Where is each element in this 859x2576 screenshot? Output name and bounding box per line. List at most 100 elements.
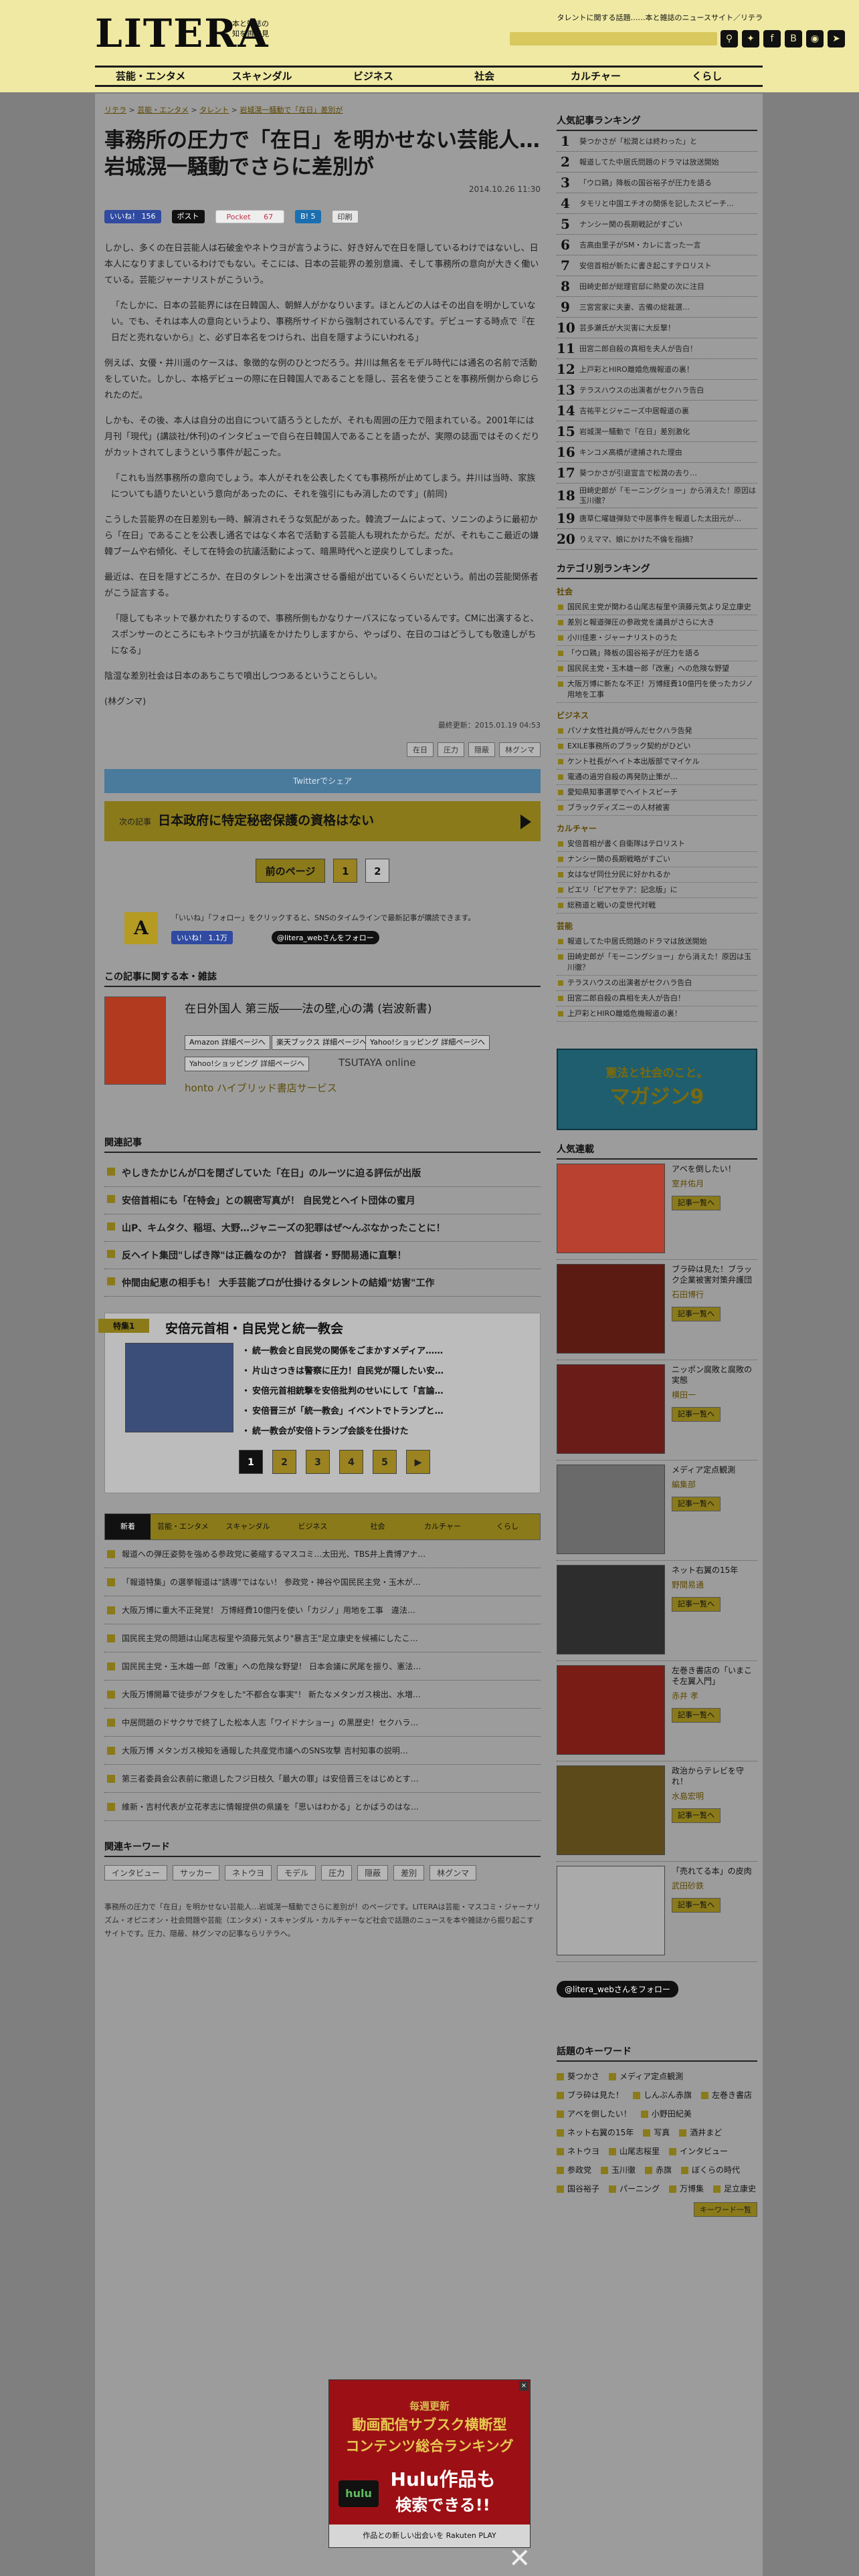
series-more-button[interactable]: 記事一覧へ [672,1407,721,1422]
close-icon[interactable]: ✕ [508,2543,531,2574]
category-item[interactable]: 「ウロ鶏」降板の国谷裕子が圧力を語る [557,646,757,661]
feature-image[interactable] [125,1343,233,1432]
x-follow-button[interactable]: @litera_webさんをフォロー [557,1981,678,1998]
popular-item[interactable]: 政治からテレビを守れ！ 水島宏明 記事一覧へ [557,1761,757,1862]
series-thumbnail[interactable] [557,1364,665,1454]
book-cover[interactable] [104,996,166,1085]
ranking-item[interactable]: 4 タモリと中国エチオの関係を記したスピーチ… [557,193,757,214]
category-item[interactable]: 小川佳恵・ジャーナリストのうた [557,631,757,646]
ranking-item[interactable]: 11 田宮二郎自殺の真相を夫人が告白！ [557,338,757,359]
series-more-button[interactable]: 記事一覧へ [672,1497,721,1511]
feature-item[interactable]: 統一教会が安倍トランプ会談を仕掛けた [242,1422,531,1442]
popular-item[interactable]: 左巻き書店の「いまこそ左翼入門」 赤井 孝記事一覧へ [557,1661,757,1761]
feature-next-button[interactable]: ▶ [406,1450,430,1474]
category-item[interactable]: パソナ女性社員が呼んだセクハラ告発 [557,724,757,739]
honto-link[interactable]: honto ハイブリッド書店サービス [185,1081,337,1095]
print-button[interactable]: 印刷 [331,210,359,223]
topic-keyword[interactable]: ぼくらの時代 [681,2162,740,2178]
ranking-item[interactable]: 8 田崎史郎が総理官邸に熱愛の次に注目 [557,276,757,297]
category-item[interactable]: ケント社長がヘイト本出版部でマイケル [557,754,757,770]
popular-item[interactable]: ネット右翼の15年 野間易通 記事一覧へ [557,1561,757,1661]
topic-keyword[interactable]: しんぶん赤旗 [633,2087,692,2103]
page-1-button[interactable]: 1 [333,859,358,883]
keyword-list-button[interactable]: キーワード一覧 [694,2202,757,2217]
news-item[interactable]: 国民民主党・玉木雄一郎「改憲」への危険な野望！ 日本会議に尻尾を振り、憲法… [104,1652,541,1681]
keyword-tag[interactable]: 隠蔽 [357,1865,389,1881]
nav-entertainment[interactable]: 芸能・エンタメ [95,68,206,85]
series-title[interactable]: 政治からテレビを守れ！ [672,1765,757,1787]
feature-title[interactable]: 安倍元首相・自民党と統一教会 [165,1319,343,1337]
book-title[interactable]: 在日外国人 第三版――法の壁,心の溝 (岩波新書) [185,999,432,1016]
topic-keyword[interactable]: 玉川徹 [601,2162,636,2178]
ranking-item[interactable]: 9 三宮宮家に夫妻、吉備の総裁選… [557,297,757,318]
tag[interactable]: 隠蔽 [468,742,495,757]
category-name[interactable]: 芸能 [557,920,757,932]
news-item[interactable]: 中居問題のドサクサで終了した松本人志「ワイドナショー」の黒歴史！セクハラ… [104,1709,541,1737]
series-thumbnail[interactable] [557,1665,665,1755]
series-more-button[interactable]: 記事一覧へ [672,1708,721,1723]
feature-item[interactable]: 片山さつきは警察に圧力！自民党が隠したい安… [242,1362,531,1382]
ad-banner[interactable]: × 毎週更新 動画配信サブスク横断型 コンテンツ総合ランキング hulu Hul… [328,2379,531,2574]
keyword-tag[interactable]: モデル [277,1865,316,1881]
series-title[interactable]: ネット右翼の15年 [672,1565,738,1576]
paper-plane-icon[interactable]: ➤ [828,30,845,47]
topic-keyword[interactable]: 赤旗 [645,2162,672,2178]
feature-page-5[interactable]: 5 [373,1450,397,1474]
feature-page-4[interactable]: 4 [339,1450,363,1474]
rakuten-books-button[interactable]: 楽天ブックス 詳細ページへ [272,1035,371,1050]
category-item[interactable]: 電通の過労自殺の再発防止策が… [557,770,757,785]
news-item[interactable]: 第三者委員会公表前に撤退したフジ日枝久「最大の罪」は安倍晋三をはじめとす… [104,1765,541,1793]
related-item[interactable]: 山P、キムタク、稲垣、大野…ジャニーズの犯罪はぜ～んぶなかったことに！ [104,1214,541,1242]
series-title[interactable]: ブラ砕は見た！ブラック企業被害対策弁護団 [672,1264,757,1285]
yahoo-shopping-button[interactable]: Yahoo!ショッピング 詳細ページへ [185,1057,310,1071]
category-item[interactable]: EXILE事務所のブラック契約がひどい [557,739,757,754]
popular-item[interactable]: アベを倒したい！ 室井佑月 記事一覧へ [557,1160,757,1260]
topic-keyword[interactable]: アベを倒したい！ [557,2106,632,2122]
topic-keyword[interactable]: 小野田紀美 [640,2106,692,2122]
ranking-item[interactable]: 5 ナンシー関の長期戦記がすごい [557,214,757,235]
news-item[interactable]: 維新・吉村代表が立花孝志に情報提供の県議を「思いはわかる」とかばうのはな… [104,1793,541,1821]
category-item[interactable]: 上戸彩とHIRO離婚危機報道の裏！ [557,1006,757,1022]
feature-item[interactable]: 統一教会と自民党の関係をごまかすメディア…… [242,1341,531,1362]
category-item[interactable]: 安倍首相が書く自衛隊はテロリスト [557,837,757,852]
related-item[interactable]: 仲間由紀恵の相手も！ 大手芸能プロが仕掛けるタレントの結婚"妨害"工作 [104,1269,541,1297]
twitter-share-button[interactable]: Twitterでシェア [104,769,541,793]
news-item[interactable]: 国民民主党の問題は山尾志桜里や須藤元気より"暴言王"足立康史を候補にしたこ… [104,1624,541,1652]
yahoo-shopping-button[interactable]: Yahoo!ショッピング 詳細ページへ [365,1035,490,1050]
rss-icon[interactable]: ◉ [806,30,824,47]
popular-item[interactable]: ブラ砕は見た！ブラック企業被害対策弁護団 石田博行 記事一覧へ [557,1260,757,1360]
category-item[interactable]: ピエリ「ピアセテア：記念版」に [557,883,757,898]
facebook-like-button[interactable]: いいね！ 1.1万 [171,931,233,944]
category-name[interactable]: 社会 [557,586,757,597]
amazon-button[interactable]: Amazon 詳細ページへ [185,1035,270,1050]
topic-keyword[interactable]: インタビュー [669,2143,728,2159]
twitter-icon[interactable]: ✦ [742,30,759,47]
ranking-item[interactable]: 15 岩城滉一騒動で「在日」差別激化 [557,421,757,442]
topic-keyword[interactable]: メディア定点観測 [609,2068,683,2084]
category-name[interactable]: カルチャー [557,823,757,834]
ad-info-icon[interactable]: × [519,2381,529,2391]
breadcrumb-entertainment[interactable]: 芸能・エンタメ [137,106,189,114]
nav-life[interactable]: くらし [652,68,763,85]
ranking-item[interactable]: 19 唐草仁曜雄弾劾で中居事件を報道した太田元が… [557,508,757,529]
breadcrumb-talent[interactable]: タレント [199,106,229,114]
tab-society[interactable]: 社会 [345,1514,410,1539]
series-thumbnail[interactable] [557,1465,665,1554]
category-item[interactable]: 田崎史郎が「モーニングショー」から消えた！原因は玉川徹？ [557,950,757,976]
popular-item[interactable]: 「売れてる本」の皮肉 武田砂鉄 記事一覧へ [557,1862,757,1962]
tag[interactable]: 在日 [407,742,434,757]
topic-keyword[interactable]: 山尾志桜里 [609,2143,660,2159]
hatena-bookmark-button[interactable]: B! 5 [295,210,321,223]
series-thumbnail[interactable] [557,1565,665,1654]
topic-keyword[interactable]: 左巻き書店 [701,2087,752,2103]
topic-keyword[interactable]: ブラ砕は見た！ [557,2087,624,2103]
news-item[interactable]: 大阪万博に重大不正発覚！ 万博経費10億円を使い「カジノ」用地を工事 違法… [104,1596,541,1624]
topic-keyword[interactable]: 葵つかさ [557,2068,599,2084]
tag[interactable]: 圧力 [438,742,464,757]
series-title[interactable]: 左巻き書店の「いまこそ左翼入門」 [672,1665,757,1687]
keyword-tag[interactable]: 圧力 [321,1865,353,1881]
tab-entertainment[interactable]: 芸能・エンタメ [151,1514,215,1539]
keyword-tag[interactable]: インタビュー [104,1865,168,1881]
keyword-tag[interactable]: 差別 [393,1865,425,1881]
series-more-button[interactable]: 記事一覧へ [672,1307,721,1321]
